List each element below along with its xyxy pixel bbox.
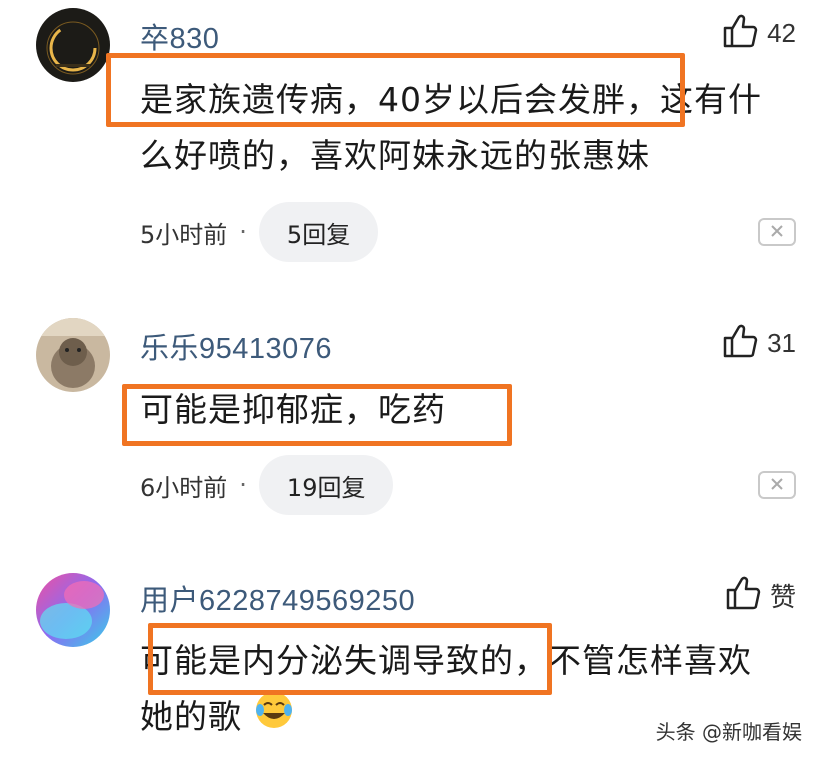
avatar[interactable] <box>36 8 110 82</box>
username[interactable]: 用户6228749569250 <box>140 577 415 619</box>
reply-count-button[interactable]: 5回复 <box>258 202 379 262</box>
like-count: 42 <box>767 17 796 48</box>
thumbs-up-icon <box>721 12 759 54</box>
like-button[interactable]: 42 <box>721 12 796 54</box>
avatar[interactable] <box>36 318 110 392</box>
like-count: 31 <box>767 327 796 358</box>
comment-meta: 6小时前 · 19回复 <box>140 455 394 515</box>
comment-text-line2: 么好喷的，喜欢阿妹永远的张惠妹 <box>140 136 650 175</box>
thumbs-up-icon <box>724 574 762 616</box>
watermark: 头条 @新咖看娱 <box>655 720 802 744</box>
crying-laughing-emoji <box>254 690 294 747</box>
close-button[interactable] <box>758 471 796 499</box>
like-button[interactable]: 31 <box>721 322 796 364</box>
like-button[interactable]: 赞 <box>724 574 796 616</box>
close-icon <box>770 223 784 242</box>
comment-text-line2: 她的歌 <box>140 697 242 736</box>
comment-text-highlighted: 可能是内分泌失调导致的 <box>140 641 514 680</box>
like-label: 赞 <box>769 581 796 612</box>
separator: · <box>239 471 247 499</box>
comment-text-highlighted: 可能是抑郁症，吃药 <box>140 390 446 429</box>
username[interactable]: 卒830 <box>140 15 219 57</box>
close-icon <box>770 476 784 495</box>
username[interactable]: 乐乐95413076 <box>140 325 332 367</box>
comment-text-rest: ，不管怎样喜欢 <box>514 641 752 680</box>
avatar[interactable] <box>36 573 110 647</box>
separator: · <box>239 218 247 246</box>
close-button[interactable] <box>758 218 796 246</box>
thumbs-up-icon <box>721 322 759 364</box>
timestamp: 6小时前 <box>140 473 228 502</box>
comment-meta: 5小时前 · 5回复 <box>140 202 379 262</box>
comment-text: 可能是抑郁症，吃药 <box>140 382 800 438</box>
comment-text: 是家族遗传病，40岁以后会发胖，这有什 么好喷的，喜欢阿妹永远的张惠妹 <box>140 72 800 184</box>
comment-text-highlighted: 是家族遗传病，40岁以后会发胖， <box>140 80 660 119</box>
reply-count-button[interactable]: 19回复 <box>258 455 394 515</box>
comment-text-rest: 这有什 <box>660 80 762 119</box>
timestamp: 5小时前 <box>140 220 228 249</box>
